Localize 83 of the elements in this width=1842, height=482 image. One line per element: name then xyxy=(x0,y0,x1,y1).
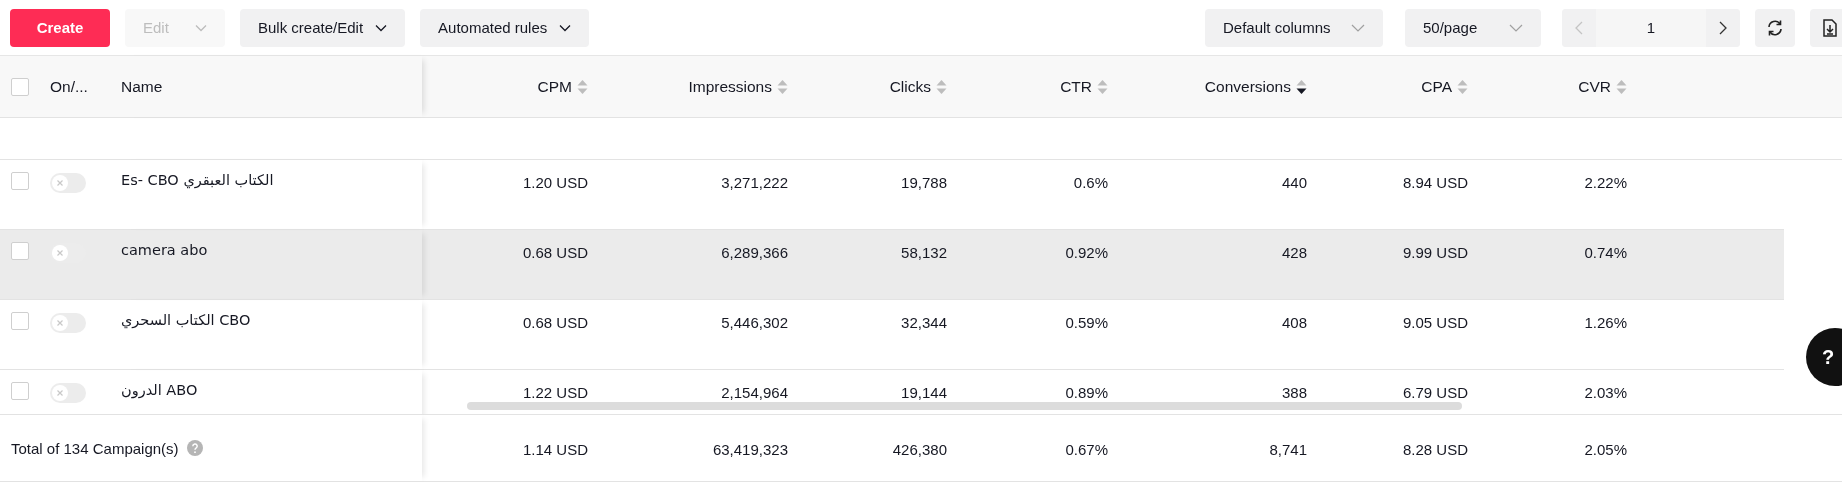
help-button[interactable]: ? xyxy=(1806,328,1842,386)
campaign-name[interactable]: الكتاب السحري CBO xyxy=(121,312,251,328)
table-cell-text: 440 xyxy=(1281,173,1307,191)
x-mark-icon xyxy=(56,179,64,187)
bulk-edit-dropdown[interactable]: Bulk create/Edit xyxy=(240,8,406,47)
x-mark-icon xyxy=(56,319,64,327)
automated-rules-dropdown[interactable]: Automated rules xyxy=(420,8,590,47)
chevron-right-icon xyxy=(1719,20,1727,35)
create-button[interactable]: Create xyxy=(10,8,110,47)
caret-icon xyxy=(375,23,388,32)
total-cell-text: 2.05% xyxy=(1584,439,1627,458)
total-label: Total of 134 Campaign(s) xyxy=(11,439,179,457)
table-cell-text: 58,132 xyxy=(901,243,947,261)
caret-icon xyxy=(1509,23,1523,32)
caret-icon xyxy=(195,23,207,32)
total-cell-text: 426,380 xyxy=(892,439,947,458)
table-cell-text: 1.20 USD xyxy=(522,173,588,191)
x-mark-icon xyxy=(56,249,64,257)
table-cell-text: 0.74% xyxy=(1584,243,1627,261)
chevron-left-icon xyxy=(1575,20,1583,35)
caret-icon xyxy=(559,23,572,32)
help-icon[interactable] xyxy=(186,440,203,456)
table-cell-text: 19,788 xyxy=(901,173,947,191)
columns-dropdown[interactable]: Default columns xyxy=(1205,8,1383,47)
total-cell-text: 8,741 xyxy=(1269,439,1307,458)
campaign-name[interactable]: Es- CBO الكتاب العبقري xyxy=(121,172,274,188)
row-checkbox[interactable] xyxy=(11,312,29,330)
table-cell-text: 6,289,366 xyxy=(721,243,788,261)
row-checkbox[interactable] xyxy=(11,172,29,190)
campaign-name[interactable]: الدرون ABO xyxy=(121,382,198,398)
refresh-button[interactable] xyxy=(1755,8,1795,47)
page-size-dropdown[interactable]: 50/page xyxy=(1405,8,1541,47)
total-cell-text: 8.28 USD xyxy=(1402,439,1468,458)
horizontal-scrollbar[interactable] xyxy=(467,402,1462,410)
column-header[interactable]: Impressions xyxy=(688,77,772,96)
table-cell-text: 0.92% xyxy=(1065,243,1108,261)
table-cell-text: 2.03% xyxy=(1584,383,1627,401)
download-icon xyxy=(1822,18,1838,37)
row-checkbox[interactable] xyxy=(11,382,29,400)
column-header[interactable]: CPA xyxy=(1421,77,1452,96)
table-cell-text: 1.26% xyxy=(1584,313,1627,331)
table-cell-text: 9.05 USD xyxy=(1402,313,1468,331)
download-button[interactable] xyxy=(1810,8,1842,47)
x-mark-icon xyxy=(56,389,64,397)
table-cell-text: 6.79 USD xyxy=(1402,383,1468,401)
caret-icon xyxy=(1351,23,1365,32)
table-cell-text: 388 xyxy=(1281,383,1307,401)
refresh-icon xyxy=(1766,18,1784,37)
select-all-checkbox[interactable] xyxy=(11,77,29,96)
table-cell-text: 0.89% xyxy=(1065,383,1108,401)
table-cell-text: 0.68 USD xyxy=(522,313,588,331)
column-header[interactable]: CTR xyxy=(1060,77,1092,96)
page-number-field[interactable]: 1 xyxy=(1596,8,1706,47)
column-header: On/... xyxy=(50,77,88,96)
table-cell-text: 408 xyxy=(1281,313,1307,331)
status-toggle[interactable] xyxy=(50,173,86,193)
column-header: Name xyxy=(121,77,163,96)
table-cell-text: 3,271,222 xyxy=(721,173,788,191)
total-cell-text: 63,419,323 xyxy=(712,439,788,458)
table-cell-text: 2.22% xyxy=(1584,173,1627,191)
table-cell-text: 1.22 USD xyxy=(522,383,588,401)
status-toggle[interactable] xyxy=(50,313,86,333)
sort-icon[interactable] xyxy=(1296,78,1307,95)
total-cell-text: 1.14 USD xyxy=(522,439,588,458)
table-cell-text: 0.6% xyxy=(1073,173,1108,191)
table-cell-text: 8.94 USD xyxy=(1402,173,1468,191)
table-cell-text: 428 xyxy=(1281,243,1307,261)
column-header[interactable]: Clicks xyxy=(889,77,931,96)
column-header[interactable]: CVR xyxy=(1578,77,1611,96)
column-header[interactable]: CPM xyxy=(537,77,572,96)
table-cell-text: 0.59% xyxy=(1065,313,1108,331)
table-cell-text: 5,446,302 xyxy=(721,313,788,331)
table-cell-text: 19,144 xyxy=(901,383,947,401)
table-cell-text: 9.99 USD xyxy=(1402,243,1468,261)
table-cell-text: 32,344 xyxy=(901,313,947,331)
column-header[interactable]: Conversions xyxy=(1204,77,1291,96)
total-cell-text: 0.67% xyxy=(1065,439,1108,458)
row-checkbox[interactable] xyxy=(11,242,29,260)
table-cell-text: 2,154,964 xyxy=(721,383,788,401)
campaign-name[interactable]: camera abo xyxy=(121,242,208,258)
status-toggle[interactable] xyxy=(50,383,86,403)
table-cell-text: 0.68 USD xyxy=(522,243,588,261)
table-row[interactable]: camera abo 0.68 USD 6,289,366 58,132 0.92% 428 9.99 USD 0.74% xyxy=(0,230,1784,300)
